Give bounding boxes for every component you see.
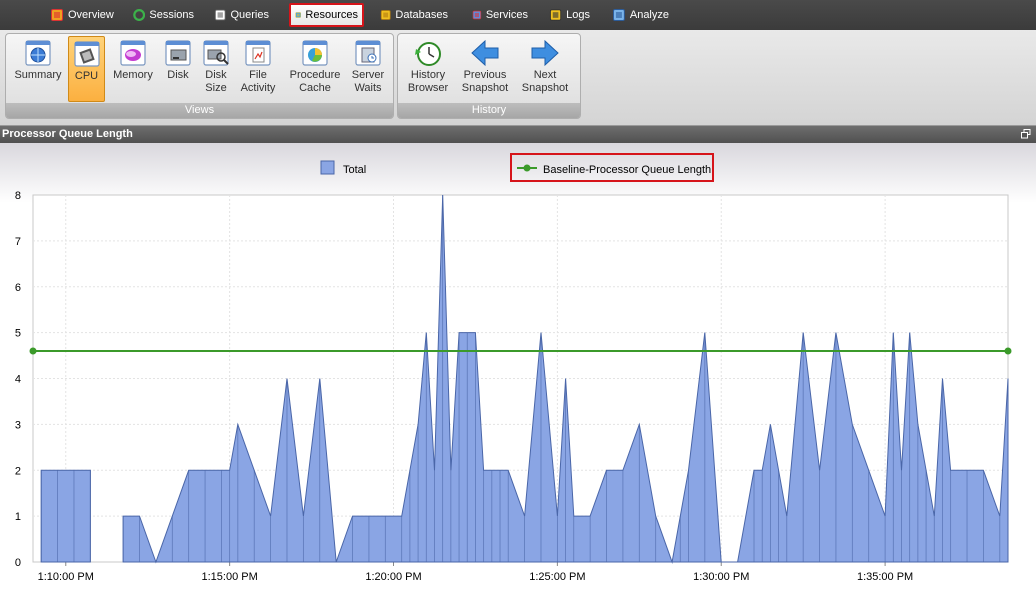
tab-analyze[interactable]: Analyze — [608, 5, 673, 25]
y-tick-label: 7 — [15, 236, 21, 248]
arrow-right-icon — [531, 39, 559, 67]
tab-label: Services — [485, 9, 528, 21]
databases-icon — [380, 10, 391, 20]
main-tab-bar: Overview Sessions Queries Resources Database… — [0, 0, 1036, 30]
tab-label: Resources — [305, 9, 358, 21]
view-disk-size-button[interactable]: Disk Size — [198, 36, 234, 102]
views-group: Views Summary CPU Memory Disk Disk Size File Ac… — [5, 33, 394, 119]
x-tick-label: 1:15:00 PM — [202, 571, 258, 583]
button-label-line1: File — [249, 69, 267, 81]
x-tick-label: 1:35:00 PM — [857, 571, 913, 583]
button-label-line1: CPU — [74, 70, 99, 82]
y-tick-label: 0 — [15, 557, 21, 569]
y-tick-label: 5 — [15, 328, 21, 340]
legend-label-total: Total — [343, 164, 366, 176]
baseline-marker-start — [29, 347, 37, 355]
y-tick-label: 6 — [15, 282, 21, 294]
clock-icon — [415, 42, 441, 66]
view-disk-button[interactable]: Disk — [160, 36, 196, 102]
cpu-chip-icon — [73, 41, 100, 67]
y-tick-label: 4 — [15, 374, 21, 386]
x-tick-label: 1:20:00 PM — [365, 571, 421, 583]
sessions-icon — [133, 9, 146, 21]
button-label-line1: Previous — [463, 69, 507, 81]
analyze-icon — [612, 9, 625, 21]
view-server-waits-button[interactable]: Server Waits — [348, 36, 388, 102]
tab-logs[interactable]: Logs — [545, 5, 594, 25]
button-label-line1: Server — [351, 69, 385, 81]
server-waits-icon — [355, 40, 381, 66]
file-activity-icon — [245, 40, 271, 66]
tab-databases[interactable]: Databases — [376, 5, 452, 25]
tab-label: Logs — [566, 9, 590, 21]
button-label-line1: Disk — [167, 69, 189, 81]
button-label-line2: Snapshot — [521, 82, 569, 94]
y-tick-label: 2 — [15, 465, 21, 477]
button-label-line1: Procedure — [289, 69, 341, 81]
tab-resources[interactable]: Resources — [289, 3, 364, 27]
button-label-line2: Activity — [240, 82, 276, 94]
y-tick-label: 1 — [15, 511, 21, 523]
view-summary-button[interactable]: Summary — [10, 36, 66, 102]
button-label-line2: Waits — [354, 82, 382, 94]
tab-label: Sessions — [149, 9, 194, 21]
legend-marker-baseline — [523, 164, 531, 172]
history-next-snapshot-button[interactable]: Next Snapshot — [516, 36, 574, 102]
views-group-label: Views — [6, 103, 393, 118]
button-label-line1: History — [410, 69, 446, 81]
button-label-line2: Cache — [299, 82, 331, 94]
panel-header: Processor Queue Length — [0, 126, 1036, 143]
services-icon — [472, 10, 482, 20]
button-label-line2: Size — [205, 82, 227, 94]
tab-label: Analyze — [629, 9, 669, 21]
button-label-line1: Disk — [205, 69, 227, 81]
restore-icon[interactable] — [1021, 129, 1031, 139]
ribbon: Views Summary CPU Memory Disk Disk Size File Ac… — [0, 30, 1036, 126]
memory-icon — [120, 40, 146, 66]
baseline-marker-end — [1004, 347, 1012, 355]
tab-overview[interactable]: Overview — [46, 5, 118, 25]
button-label-line1: Memory — [113, 69, 153, 81]
tab-label: Databases — [395, 9, 448, 21]
chart-area: 0 1 2 3 4 5 6 7 8 1:10:00 PM 1:15:00 PM 1:20:00 PM 1… — [0, 143, 1036, 591]
arrow-left-icon — [471, 39, 499, 67]
x-tick-label: 1:25:00 PM — [529, 571, 585, 583]
view-file-activity-button[interactable]: File Activity — [238, 36, 278, 102]
series-total-area — [40, 469, 91, 563]
disk-icon — [165, 40, 191, 66]
panel-title: Processor Queue Length — [2, 128, 133, 140]
procedure-cache-icon — [302, 40, 328, 66]
tab-label: Queries — [230, 9, 269, 21]
disk-size-icon — [203, 40, 229, 66]
y-tick-label: 3 — [15, 419, 21, 431]
resources-icon — [295, 12, 301, 18]
history-history-browser-button[interactable]: History Browser — [402, 36, 454, 102]
legend-swatch-total — [320, 160, 335, 175]
processor-queue-chart: 0 1 2 3 4 5 6 7 8 1:10:00 PM 1:15:00 PM 1:20:00 PM 1… — [15, 153, 1012, 583]
chart-legend: Total Baseline-Processor Queue Length — [320, 153, 714, 182]
button-label-line1: Next — [533, 69, 557, 81]
button-label-line2: Browser — [407, 82, 449, 94]
view-memory-button[interactable]: Memory — [108, 36, 158, 102]
queries-icon — [214, 9, 226, 21]
button-label-line2: Snapshot — [461, 82, 509, 94]
history-previous-snapshot-button[interactable]: Previous Snapshot — [456, 36, 514, 102]
history-group: History History Browser Previous Snapshot Ne… — [397, 33, 581, 119]
button-label-line1: Summary — [14, 69, 62, 81]
overview-icon — [51, 9, 63, 21]
legend-label-baseline: Baseline-Processor Queue Length — [543, 164, 711, 176]
logs-icon — [549, 9, 562, 21]
tab-label: Overview — [68, 9, 114, 21]
y-tick-label: 8 — [15, 190, 21, 202]
tab-queries[interactable]: Queries — [210, 5, 273, 25]
view-procedure-cache-button[interactable]: Procedure Cache — [284, 36, 346, 102]
tab-sessions[interactable]: Sessions — [129, 5, 198, 25]
tab-services[interactable]: Services — [468, 5, 532, 25]
x-tick-label: 1:30:00 PM — [693, 571, 749, 583]
view-cpu-button[interactable]: CPU — [68, 36, 105, 102]
globe-icon — [25, 40, 51, 66]
history-group-label: History — [398, 103, 580, 118]
x-tick-label: 1:10:00 PM — [38, 571, 94, 583]
